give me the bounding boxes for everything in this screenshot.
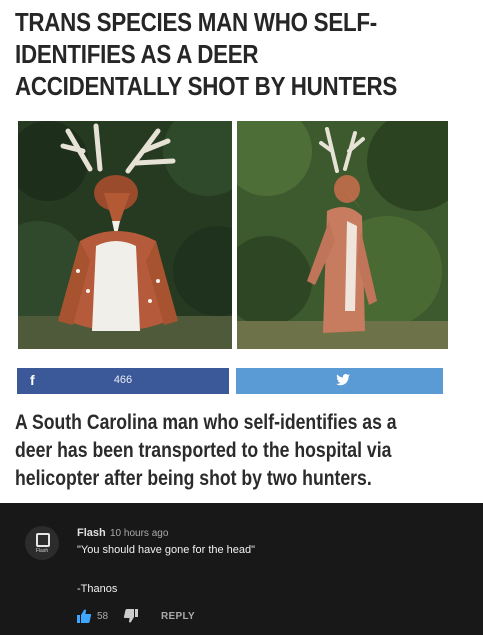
lede-line: A South Carolina man who self-identifies…: [15, 411, 397, 434]
facebook-share-button[interactable]: f 466: [17, 368, 229, 394]
youtube-comment: Flash Flash 10 hours ago "You should hav…: [0, 503, 483, 635]
deer-costume-photo-side: [237, 121, 448, 349]
twitter-bird-icon: [336, 373, 350, 391]
thumbs-up-icon[interactable]: [77, 609, 92, 628]
comment-time[interactable]: 10 hours ago: [110, 528, 168, 539]
avatar[interactable]: Flash: [25, 526, 59, 560]
deer-costume-photo-front: [18, 121, 232, 349]
article-lede: A South Carolina man who self-identifies…: [15, 409, 410, 493]
comment-actions: 58 REPLY: [77, 609, 277, 625]
comment-signature: -Thanos: [77, 583, 118, 595]
comment-author[interactable]: Flash: [77, 527, 106, 539]
like-count: 58: [97, 611, 109, 622]
thumbs-down-icon[interactable]: [123, 609, 138, 628]
reply-button[interactable]: REPLY: [161, 611, 195, 622]
channel-logo-icon: [36, 533, 50, 547]
headline: TRANS SPECIES MAN WHO SELF- IDENTIFIES A…: [15, 6, 411, 102]
headline-line: IDENTIFIES AS A DEER: [15, 39, 259, 69]
avatar-text: Flash: [35, 548, 49, 554]
share-count: 466: [113, 374, 133, 386]
lede-line: deer has been transported to the hospita…: [15, 439, 392, 462]
headline-line: TRANS SPECIES MAN WHO SELF-: [15, 7, 377, 37]
twitter-share-button[interactable]: [236, 368, 443, 394]
comment-text: "You should have gone for the head": [77, 544, 256, 556]
lede-line: helicopter after being shot by two hunte…: [15, 467, 372, 490]
headline-line: ACCIDENTALLY SHOT BY HUNTERS: [15, 71, 398, 101]
article-card: TRANS SPECIES MAN WHO SELF- IDENTIFIES A…: [0, 0, 483, 503]
